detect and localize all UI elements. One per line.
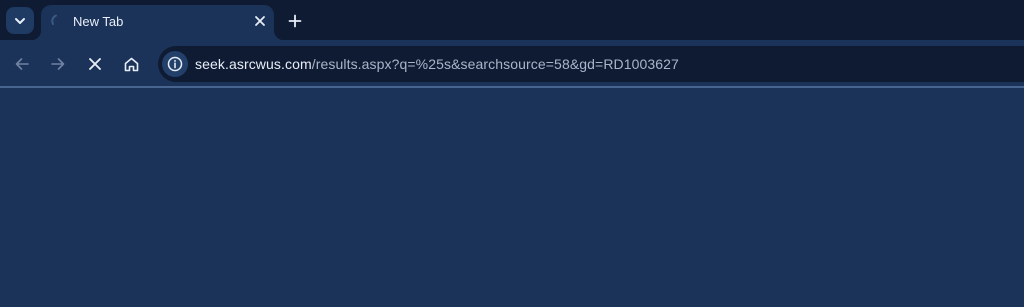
search-tabs-button[interactable]: [6, 7, 34, 34]
site-info-button[interactable]: [162, 51, 188, 77]
loading-spinner-icon: [51, 14, 57, 25]
url-host: seek.asrcwus.com: [195, 56, 312, 72]
forward-button[interactable]: [44, 50, 72, 78]
arrow-left-icon: [15, 58, 29, 70]
url-text[interactable]: seek.asrcwus.com/results.aspx?q=%25s&sea…: [195, 56, 679, 72]
home-icon: [124, 57, 138, 71]
close-icon: [255, 16, 265, 26]
close-icon: [89, 58, 101, 70]
address-bar[interactable]: seek.asrcwus.com/results.aspx?q=%25s&sea…: [158, 46, 1024, 82]
chevron-down-icon: [15, 17, 25, 24]
tab-title: New Tab: [73, 14, 124, 29]
page-content-area[interactable]: [0, 88, 1024, 307]
arrow-right-icon: [51, 58, 65, 70]
toolbar: seek.asrcwus.com/results.aspx?q=%25s&sea…: [0, 40, 1024, 87]
url-path: /results.aspx?q=%25s&searchsource=58&gd=…: [311, 56, 679, 72]
plus-icon: [288, 14, 302, 28]
tab-close-button[interactable]: [250, 11, 270, 31]
new-tab-button[interactable]: [282, 8, 308, 34]
home-button[interactable]: [117, 50, 145, 78]
stop-loading-button[interactable]: [81, 50, 109, 78]
tab-strip: New Tab: [0, 0, 1024, 40]
info-icon: [167, 56, 183, 72]
tab-new-tab[interactable]: New Tab: [31, 5, 284, 40]
back-button[interactable]: [8, 50, 36, 78]
